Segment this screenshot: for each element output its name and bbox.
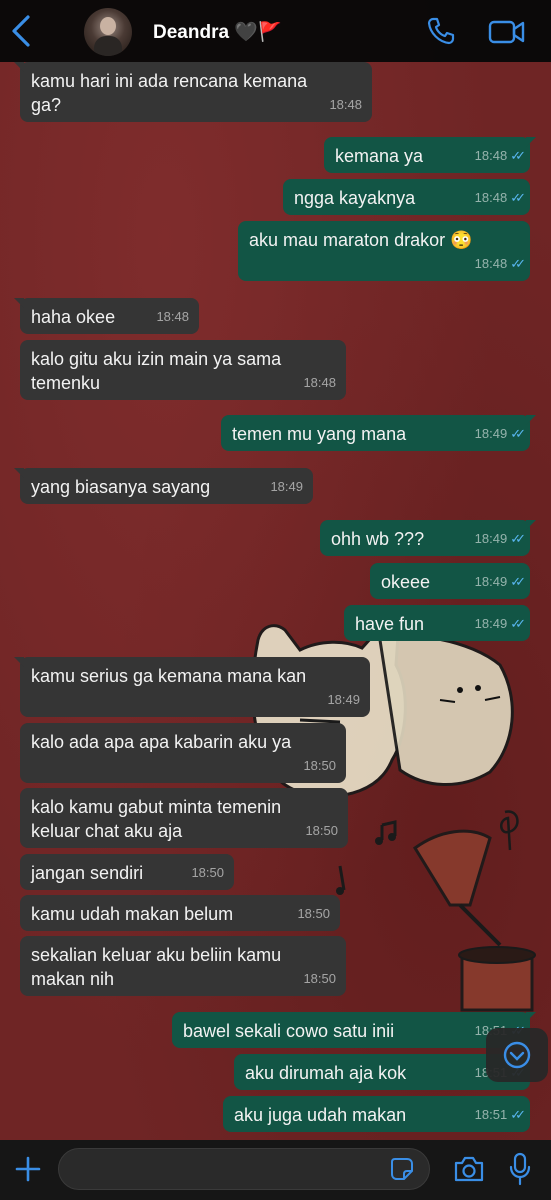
message-time: 18:50: [191, 865, 224, 880]
incoming-message[interactable]: jangan sendiri 18:50: [20, 854, 234, 890]
incoming-message[interactable]: kalo gitu aku izin main ya sama temenku 1…: [20, 340, 346, 400]
chevron-left-icon: [12, 15, 30, 47]
plus-icon: [15, 1156, 41, 1182]
camera-button[interactable]: [453, 1154, 485, 1184]
double-check-icon: ✓✓: [510, 531, 526, 546]
message-time: 18:51✓✓: [474, 1107, 526, 1122]
message-text: bawel sekali cowo satu inii: [183, 1021, 395, 1041]
attach-button[interactable]: [14, 1155, 42, 1183]
message-time: 18:49 ✓✓: [474, 426, 526, 441]
message-text: kalo gitu aku izin main ya sama temenku: [31, 349, 282, 393]
message-time: 18:48: [329, 97, 362, 112]
message-text: kalo ada apa apa kabarin aku ya: [31, 732, 292, 752]
microphone-icon: [509, 1152, 531, 1186]
camera-icon: [454, 1156, 484, 1182]
chat-header: Deandra 🖤🚩: [0, 0, 551, 62]
message-text: kalo kamu gabut minta temenin keluar cha…: [31, 797, 282, 841]
double-check-icon: ✓✓: [510, 574, 526, 589]
outgoing-message[interactable]: aku juga udah makan 18:51 ✓✓: [223, 1096, 530, 1132]
chevron-down-circle-icon: [503, 1041, 531, 1069]
message-text: kamu hari ini ada rencana kemana ga?: [31, 71, 308, 115]
message-time: 18:50: [303, 758, 336, 773]
incoming-message[interactable]: kamu serius ga kemana mana kan 18:49: [14, 657, 370, 717]
double-check-icon: ✓✓: [510, 1107, 526, 1122]
incoming-message[interactable]: sekalian keluar aku beliin kamu makan ni…: [20, 936, 346, 996]
outgoing-message[interactable]: kemana ya 18:48 ✓✓: [324, 137, 536, 173]
sticker-button[interactable]: [390, 1157, 414, 1181]
message-time: 18:50: [297, 906, 330, 921]
message-time: 18:49 ✓✓: [474, 574, 526, 589]
voice-note-button[interactable]: [507, 1152, 533, 1186]
message-time: 18:48 ✓✓: [474, 148, 526, 163]
video-camera-icon: [488, 20, 525, 44]
message-time: 18:49: [327, 692, 360, 707]
double-check-icon: ✓✓: [510, 426, 526, 441]
back-button[interactable]: [10, 14, 32, 48]
double-check-icon: ✓✓: [510, 190, 526, 205]
message-text: yang biasanya sayang: [31, 477, 211, 497]
message-text: kamu udah makan belum: [31, 904, 234, 924]
message-text: kamu serius ga kemana mana kan: [31, 666, 307, 686]
outgoing-message[interactable]: bawel sekali cowo satu inii18:51✓✓: [172, 1012, 536, 1048]
message-text: aku mau maraton drakor 😳: [249, 230, 473, 250]
message-list[interactable]: kamu hari ini ada rencana kemana ga? 18:4…: [0, 0, 551, 1140]
message-time: 18:48 ✓✓: [474, 256, 526, 271]
incoming-message[interactable]: kamu udah makan belum 18:50: [20, 895, 340, 931]
message-time: 18:50: [305, 823, 338, 838]
message-time: 18:49 ✓✓: [474, 616, 526, 631]
contact-name[interactable]: Deandra 🖤🚩: [153, 20, 282, 44]
outgoing-message[interactable]: aku mau maraton drakor 😳 18:48 ✓✓: [238, 221, 530, 281]
message-time: 18:48: [303, 375, 336, 390]
message-text: sekalian keluar aku beliin kamu makan ni…: [31, 945, 282, 989]
contact-avatar[interactable]: [84, 8, 132, 56]
outgoing-message[interactable]: have fun 18:49 ✓✓: [344, 605, 530, 641]
double-check-icon: ✓✓: [510, 148, 526, 163]
video-call-button[interactable]: [488, 18, 526, 46]
message-time: 18:49: [270, 479, 303, 494]
double-check-icon: ✓✓: [510, 616, 526, 631]
message-time: 18:48 ✓✓: [474, 190, 526, 205]
message-input[interactable]: [58, 1148, 430, 1190]
outgoing-message[interactable]: ohh wb ??? 18:49 ✓✓: [320, 520, 536, 556]
voice-call-button[interactable]: [426, 16, 456, 46]
outgoing-message[interactable]: okeee 18:49 ✓✓: [370, 563, 530, 599]
message-time: 18:48: [156, 309, 189, 324]
message-input-bar: [0, 1140, 551, 1200]
outgoing-message[interactable]: ngga kayaknya 18:48 ✓✓: [283, 179, 530, 215]
incoming-message[interactable]: kamu hari ini ada rencana kemana ga? 18:4…: [14, 62, 372, 122]
incoming-message[interactable]: kalo kamu gabut minta temenin keluar cha…: [20, 788, 348, 848]
double-check-icon: ✓✓: [510, 256, 526, 271]
outgoing-message[interactable]: temen mu yang mana 18:49 ✓✓: [221, 415, 536, 451]
phone-icon: [427, 17, 455, 45]
message-time: 18:50: [303, 971, 336, 986]
incoming-message[interactable]: yang biasanya sayang 18:49: [14, 468, 313, 504]
incoming-message[interactable]: kalo ada apa apa kabarin aku ya 18:50: [20, 723, 346, 783]
message-time: 18:49 ✓✓: [474, 531, 526, 546]
incoming-message[interactable]: haha okee 18:48: [14, 298, 199, 334]
scroll-to-bottom-button[interactable]: [486, 1028, 548, 1082]
sticker-icon: [391, 1158, 413, 1180]
